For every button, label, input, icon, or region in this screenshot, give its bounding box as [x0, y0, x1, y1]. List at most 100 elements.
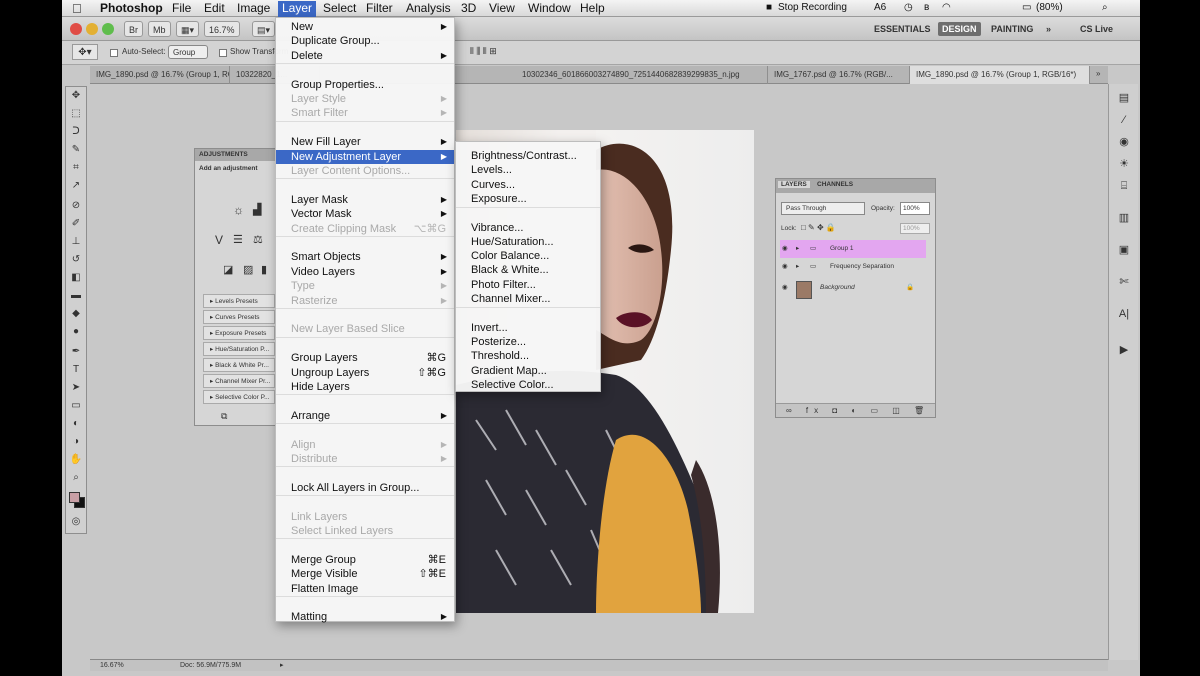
expand-arrow-icon[interactable]: ▸	[796, 240, 799, 258]
zoom-tool-icon[interactable]: ⌕	[69, 471, 83, 485]
eraser-tool-icon[interactable]: ◧	[69, 271, 83, 285]
show-transform-checkbox[interactable]	[219, 49, 227, 57]
submenu-item-exposure[interactable]: Exposure...	[456, 192, 600, 206]
visibility-eye-icon[interactable]: ◉	[782, 279, 788, 297]
menu-app[interactable]: Photoshop	[100, 1, 163, 17]
clock-icon[interactable]: ◷	[904, 2, 913, 13]
menu-item-new-fill-layer[interactable]: New Fill Layer ▶	[276, 135, 454, 149]
lock-icons[interactable]: □ ✎ ✥ 🔒	[801, 223, 836, 232]
submenu-item-black-white[interactable]: Black & White...	[456, 263, 600, 277]
auto-select-checkbox[interactable]	[110, 49, 118, 57]
histogram-icon[interactable]: ▤	[1116, 90, 1132, 106]
menu-image[interactable]: Image	[237, 1, 270, 17]
menu-item-group-properties[interactable]: Group Properties...	[276, 78, 454, 92]
menu-layer[interactable]: Layer	[278, 1, 317, 17]
dodge-tool-icon[interactable]: ●	[69, 325, 83, 339]
minibridge-button[interactable]: Mb	[148, 21, 171, 37]
tab-layers[interactable]: LAYERS	[778, 181, 810, 188]
status-doc-size[interactable]: Doc: 56.9M/775.9M	[180, 662, 241, 669]
opacity-field[interactable]: 100%	[900, 202, 930, 215]
preset-item[interactable]: ▸ Black & White Pr...	[203, 358, 275, 372]
auto-select-dropdown[interactable]: Group	[168, 45, 209, 59]
apple-icon[interactable]: 	[72, 1, 82, 16]
submenu-item-brightness-contrast[interactable]: Brightness/Contrast...	[456, 149, 600, 163]
layer-row-background[interactable]: ◉ Background 🔒	[780, 279, 926, 301]
menu-item-new-adjustment-layer[interactable]: New Adjustment Layer ▶	[276, 149, 454, 164]
navigator-icon[interactable]: ⌸	[1116, 178, 1132, 194]
status-arrow-icon[interactable]: ▸	[280, 661, 284, 669]
minimize-icon[interactable]	[86, 23, 98, 35]
menu-item-delete[interactable]: Delete ▶	[276, 49, 454, 63]
menu-item-ungroup-layers[interactable]: Ungroup Layers ⇧⌘G	[276, 366, 454, 380]
doc-tab-active[interactable]: IMG_1890.psd @ 16.7% (Group 1, RGB/16*)	[910, 66, 1090, 84]
brightness-adjust-icon[interactable]: ☼	[233, 203, 244, 217]
wifi-icon[interactable]: ◠	[942, 2, 951, 13]
layers-footer-icons[interactable]: ∞ fx ◘ ◐ ▭ ◫ 🗑	[776, 403, 935, 417]
healing-brush-icon[interactable]: ⊘	[69, 199, 83, 213]
paragraph-icon[interactable]: ▶	[1116, 342, 1132, 358]
foreground-color-swatch[interactable]	[69, 492, 80, 503]
menu-item-new[interactable]: New ▶	[276, 20, 454, 34]
menu-select[interactable]: Select	[323, 1, 356, 17]
quick-select-icon[interactable]: ✎	[69, 143, 83, 157]
workspace-more[interactable]: »	[1042, 22, 1055, 36]
menu-item-group-layers[interactable]: Group Layers ⌘G	[276, 351, 454, 365]
preset-item[interactable]: ▸ Levels Presets	[203, 294, 275, 308]
preset-item[interactable]: ▸ Channel Mixer Pr...	[203, 374, 275, 388]
menu-filter[interactable]: Filter	[366, 1, 393, 17]
adobe-icon[interactable]: A6	[874, 2, 886, 13]
menu-item-smart-objects[interactable]: Smart Objects ▶	[276, 250, 454, 264]
close-icon[interactable]	[70, 23, 82, 35]
tab-overflow-icon[interactable]: »	[1096, 69, 1100, 78]
eyedropper-icon[interactable]: ↗	[69, 179, 83, 193]
brush-tool-icon[interactable]: ✐	[69, 217, 83, 231]
menu-item-video-layers[interactable]: Video Layers ▶	[276, 265, 454, 279]
preset-item[interactable]: ▸ Curves Presets	[203, 310, 275, 324]
distribute-icons[interactable]: ⫴ ⫼ ⫴ ⊞	[470, 46, 497, 57]
submenu-item-vibrance[interactable]: Vibrance...	[456, 221, 600, 235]
info-icon[interactable]: ⁄	[1116, 112, 1132, 128]
menu-item-lock-all-layers-in-group[interactable]: Lock All Layers in Group...	[276, 481, 454, 495]
lasso-tool-icon[interactable]: ᑐ	[69, 125, 83, 139]
submenu-item-curves[interactable]: Curves...	[456, 178, 600, 192]
menu-file[interactable]: File	[172, 1, 191, 17]
visibility-eye-icon[interactable]: ◉	[782, 240, 788, 258]
submenu-item-channel-mixer[interactable]: Channel Mixer...	[456, 292, 600, 306]
spotlight-icon[interactable]: ⌕	[1102, 2, 1108, 13]
crop-tool-icon[interactable]: ⌗	[69, 161, 83, 175]
menu-help[interactable]: Help	[580, 1, 605, 17]
pen-tool-icon[interactable]: ✒	[69, 345, 83, 359]
stamp-tool-icon[interactable]: ⊥	[69, 235, 83, 249]
doc-tab[interactable]: 10302346_601866003274890_725144068283929…	[516, 66, 768, 84]
blend-mode-dropdown[interactable]: Pass Through	[781, 202, 865, 215]
view-extras-button[interactable]: ▦▾	[176, 21, 200, 37]
submenu-item-selective-color[interactable]: Selective Color...	[456, 378, 600, 392]
hue-adjust-icon[interactable]: ☰	[233, 233, 243, 246]
invert-adjust-icon[interactable]: ◪	[223, 263, 233, 276]
layer-row-group1[interactable]: ◉ ▸ ▭ Group 1	[780, 240, 926, 258]
submenu-item-hue-saturation[interactable]: Hue/Saturation...	[456, 235, 600, 249]
doc-tab[interactable]: IMG_1767.psd @ 16.7% (RGB/...	[768, 66, 910, 84]
vibrance-adjust-icon[interactable]: V	[215, 233, 223, 247]
visibility-eye-icon[interactable]: ◉	[782, 258, 788, 276]
menu-3d[interactable]: 3D	[461, 1, 476, 17]
move-tool-preset-icon[interactable]: ✥▾	[72, 44, 98, 60]
menu-analysis[interactable]: Analysis	[406, 1, 451, 17]
quick-mask-icon[interactable]: ◎	[69, 515, 83, 529]
clip-layer-icon[interactable]: ⧉	[221, 411, 227, 422]
menu-item-flatten-image[interactable]: Flatten Image	[276, 582, 454, 596]
battery-icon[interactable]: ▭	[1022, 2, 1031, 13]
zoom-level-button[interactable]: 16.7%	[204, 21, 240, 37]
character-icon[interactable]: A|	[1116, 306, 1132, 322]
posterize-adjust-icon[interactable]: ▨	[243, 263, 253, 276]
submenu-item-threshold[interactable]: Threshold...	[456, 349, 600, 363]
menu-view[interactable]: View	[489, 1, 515, 17]
marquee-tool-icon[interactable]: ⬚	[69, 107, 83, 121]
menu-item-merge-visible[interactable]: Merge Visible ⇧⌘E	[276, 567, 454, 581]
tab-channels[interactable]: CHANNELS	[814, 181, 856, 188]
menu-item-matting[interactable]: Matting ▶	[276, 610, 454, 624]
layers-icon[interactable]: ▥	[1116, 210, 1132, 226]
stop-recording[interactable]: Stop Recording	[778, 2, 847, 13]
submenu-item-photo-filter[interactable]: Photo Filter...	[456, 278, 600, 292]
maximize-icon[interactable]	[102, 23, 114, 35]
